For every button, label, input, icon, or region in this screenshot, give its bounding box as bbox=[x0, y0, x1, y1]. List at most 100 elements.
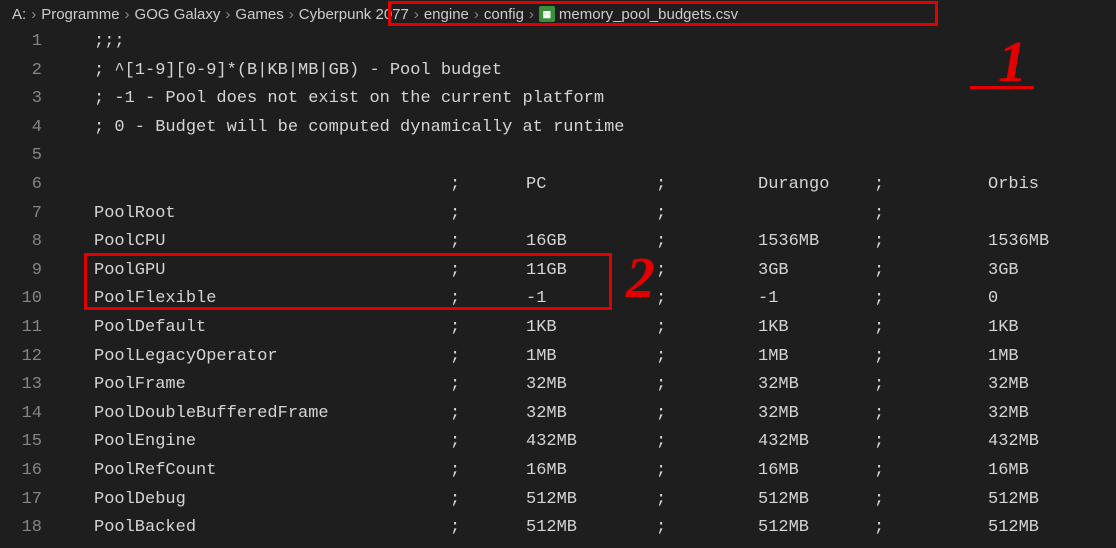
code-line[interactable]: PoolDoubleBufferedFrame;32MB;32MB;32MB bbox=[64, 400, 1116, 429]
code-line[interactable]: ; -1 - Pool does not exist on the curren… bbox=[64, 85, 1116, 114]
breadcrumb-item[interactable]: Games bbox=[235, 6, 283, 23]
code-line[interactable]: PoolCPU;16GB;1536MB;1536MB bbox=[64, 228, 1116, 257]
pc-value: 16GB bbox=[526, 228, 567, 257]
code-line[interactable]: PoolLegacyOperator;1MB;1MB;1MB bbox=[64, 343, 1116, 372]
separator: ; bbox=[874, 343, 884, 372]
orbis-value: 0 bbox=[988, 285, 998, 314]
code-editor[interactable]: 123456789101112131415161718 ;;;; ^[1-9][… bbox=[0, 28, 1116, 548]
code-line[interactable]: PoolDefault;1KB;1KB;1KB bbox=[64, 314, 1116, 343]
chevron-right-icon: › bbox=[414, 6, 419, 23]
code-line[interactable]: ; ^[1-9][0-9]*(B|KB|MB|GB) - Pool budget bbox=[64, 57, 1116, 86]
pool-name: PoolRefCount bbox=[94, 457, 216, 486]
breadcrumb-item[interactable]: Cyberpunk 2077 bbox=[299, 6, 409, 23]
separator: ; bbox=[874, 457, 884, 486]
code-line[interactable]: PoolEngine;432MB;432MB;432MB bbox=[64, 428, 1116, 457]
separator: ; bbox=[656, 285, 666, 314]
pc-value: -1 bbox=[526, 285, 546, 314]
code-line[interactable]: ;;; bbox=[64, 28, 1116, 57]
code-line[interactable]: PoolRefCount;16MB;16MB;16MB bbox=[64, 457, 1116, 486]
line-number: 10 bbox=[0, 285, 42, 314]
orbis-value: 1536MB bbox=[988, 228, 1049, 257]
separator: ; bbox=[450, 400, 460, 429]
durango-value: 16MB bbox=[758, 457, 799, 486]
breadcrumb-item[interactable]: GOG Galaxy bbox=[135, 6, 221, 23]
breadcrumb-drive[interactable]: A: bbox=[12, 6, 26, 23]
line-number: 11 bbox=[0, 314, 42, 343]
separator: ; bbox=[450, 285, 460, 314]
separator: ; bbox=[874, 200, 884, 229]
line-number: 7 bbox=[0, 200, 42, 229]
pool-name: PoolGPU bbox=[94, 257, 165, 286]
separator: ; bbox=[450, 200, 460, 229]
code-line[interactable]: PoolFrame;32MB;32MB;32MB bbox=[64, 371, 1116, 400]
separator: ; bbox=[656, 400, 666, 429]
separator: ; bbox=[874, 486, 884, 515]
line-number: 13 bbox=[0, 371, 42, 400]
durango-value: 1536MB bbox=[758, 228, 819, 257]
line-number: 9 bbox=[0, 257, 42, 286]
pool-name: PoolLegacyOperator bbox=[94, 343, 278, 372]
breadcrumb[interactable]: A: › Programme › GOG Galaxy › Games › Cy… bbox=[0, 0, 1116, 28]
line-number: 1 bbox=[0, 28, 42, 57]
separator: ; bbox=[874, 371, 884, 400]
separator: ; bbox=[656, 171, 666, 200]
code-line[interactable]: PoolBacked;512MB;512MB;512MB bbox=[64, 514, 1116, 543]
pc-value: PC bbox=[526, 171, 546, 200]
code-line[interactable]: PoolFlexible;-1;-1;0 bbox=[64, 285, 1116, 314]
durango-value: 3GB bbox=[758, 257, 789, 286]
pc-value: 16MB bbox=[526, 457, 567, 486]
breadcrumb-item[interactable]: config bbox=[484, 6, 524, 23]
code-line[interactable]: ;PC;Durango;Orbis bbox=[64, 171, 1116, 200]
separator: ; bbox=[450, 428, 460, 457]
separator: ; bbox=[450, 343, 460, 372]
orbis-value: 432MB bbox=[988, 428, 1039, 457]
breadcrumb-item[interactable]: engine bbox=[424, 6, 469, 23]
chevron-right-icon: › bbox=[225, 6, 230, 23]
code-line[interactable]: PoolRoot;;; bbox=[64, 200, 1116, 229]
pc-value: 1KB bbox=[526, 314, 557, 343]
separator: ; bbox=[450, 228, 460, 257]
pc-value: 11GB bbox=[526, 257, 567, 286]
line-number-gutter: 123456789101112131415161718 bbox=[0, 28, 64, 548]
separator: ; bbox=[874, 257, 884, 286]
line-number: 5 bbox=[0, 142, 42, 171]
separator: ; bbox=[450, 371, 460, 400]
code-line[interactable]: PoolGPU;11GB;3GB;3GB bbox=[64, 257, 1116, 286]
separator: ; bbox=[450, 457, 460, 486]
durango-value: 32MB bbox=[758, 371, 799, 400]
line-number: 3 bbox=[0, 85, 42, 114]
code-line[interactable] bbox=[64, 142, 1116, 171]
pc-value: 1MB bbox=[526, 343, 557, 372]
line-number: 14 bbox=[0, 400, 42, 429]
code-line[interactable]: ; 0 - Budget will be computed dynamicall… bbox=[64, 114, 1116, 143]
durango-value: Durango bbox=[758, 171, 829, 200]
pool-name: PoolCPU bbox=[94, 228, 165, 257]
orbis-value: Orbis bbox=[988, 171, 1039, 200]
separator: ; bbox=[874, 514, 884, 543]
breadcrumb-item[interactable]: Programme bbox=[41, 6, 119, 23]
separator: ; bbox=[450, 314, 460, 343]
separator: ; bbox=[656, 228, 666, 257]
separator: ; bbox=[874, 400, 884, 429]
chevron-right-icon: › bbox=[529, 6, 534, 23]
separator: ; bbox=[656, 343, 666, 372]
durango-value: 512MB bbox=[758, 514, 809, 543]
separator: ; bbox=[656, 314, 666, 343]
breadcrumb-file[interactable]: memory_pool_budgets.csv bbox=[559, 6, 738, 23]
separator: ; bbox=[656, 200, 666, 229]
pc-value: 512MB bbox=[526, 486, 577, 515]
separator: ; bbox=[874, 285, 884, 314]
chevron-right-icon: › bbox=[474, 6, 479, 23]
separator: ; bbox=[656, 257, 666, 286]
line-number: 12 bbox=[0, 343, 42, 372]
code-line[interactable]: PoolDebug;512MB;512MB;512MB bbox=[64, 486, 1116, 515]
pool-name: PoolDoubleBufferedFrame bbox=[94, 400, 329, 429]
separator: ; bbox=[656, 514, 666, 543]
chevron-right-icon: › bbox=[289, 6, 294, 23]
code-content[interactable]: ;;;; ^[1-9][0-9]*(B|KB|MB|GB) - Pool bud… bbox=[64, 28, 1116, 548]
pool-name: PoolDebug bbox=[94, 486, 186, 515]
line-number: 17 bbox=[0, 486, 42, 515]
line-number: 6 bbox=[0, 171, 42, 200]
separator: ; bbox=[874, 428, 884, 457]
pool-name: PoolFlexible bbox=[94, 285, 216, 314]
